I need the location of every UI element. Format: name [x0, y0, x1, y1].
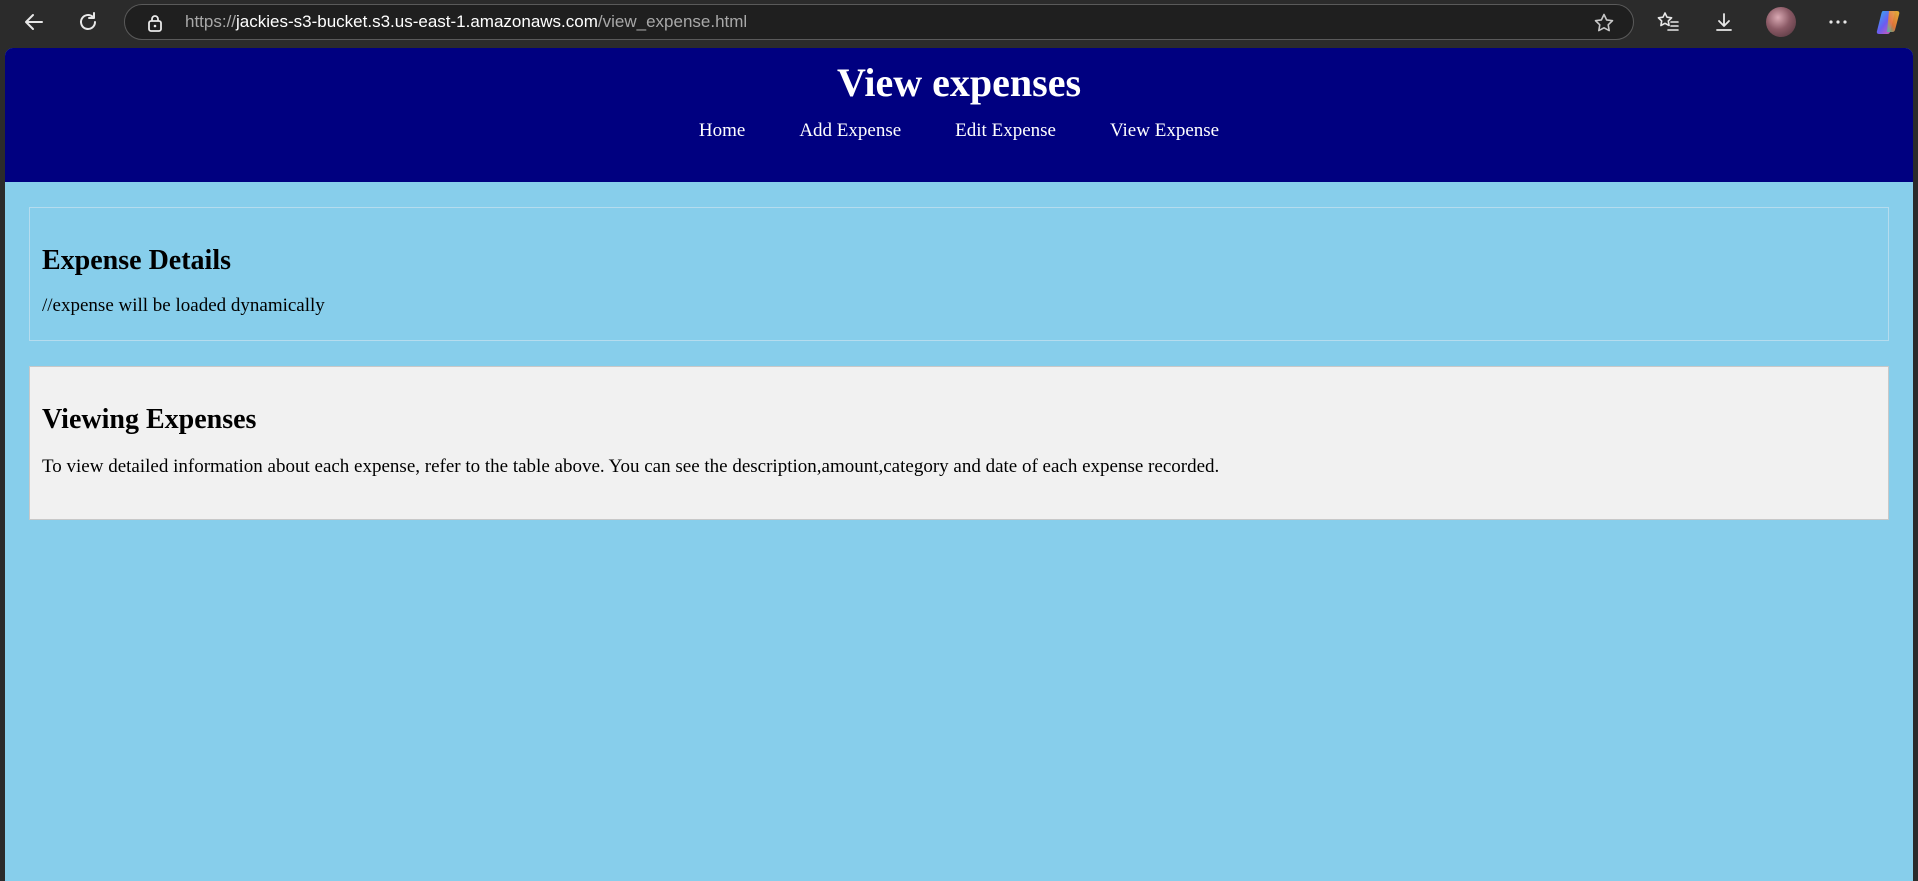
url-host: jackies-s3-bucket.s3.us-east-1.amazonaws… [236, 12, 598, 31]
page-title: View expenses [836, 60, 1082, 105]
copilot-icon[interactable] [1875, 8, 1903, 40]
viewing-expenses-heading: Viewing Expenses [42, 404, 257, 435]
nav-home[interactable]: Home [672, 119, 772, 143]
back-arrow-icon[interactable] [18, 6, 50, 38]
viewing-expenses-section: Viewing Expenses To view detailed inform… [29, 366, 1889, 520]
url-text[interactable]: https://jackies-s3-bucket.s3.us-east-1.a… [185, 12, 747, 32]
browser-toolbar: https://jackies-s3-bucket.s3.us-east-1.a… [0, 0, 1918, 44]
profile-avatar[interactable] [1766, 7, 1796, 37]
star-icon[interactable] [1593, 12, 1615, 38]
main-nav: Home Add Expense Edit Expense View Expen… [5, 119, 1913, 143]
favorites-icon[interactable] [1652, 6, 1684, 38]
site-header: View expenses Home Add Expense Edit Expe… [5, 48, 1913, 182]
nav-add-expense[interactable]: Add Expense [772, 119, 928, 143]
viewing-expenses-text: To view detailed information about each … [42, 456, 1220, 477]
more-icon[interactable] [1822, 6, 1854, 38]
expense-details-heading: Expense Details [42, 245, 231, 276]
expense-details-text: //expense will be loaded dynamically [42, 295, 325, 316]
nav-view-expense[interactable]: View Expense [1083, 119, 1246, 143]
expense-details-section: Expense Details //expense will be loaded… [29, 207, 1889, 341]
page-viewport: View expenses Home Add Expense Edit Expe… [5, 48, 1913, 881]
download-icon[interactable] [1708, 6, 1740, 38]
url-path: /view_expense.html [597, 12, 748, 31]
nav-edit-expense[interactable]: Edit Expense [928, 119, 1083, 143]
refresh-icon[interactable] [72, 6, 104, 38]
lock-icon[interactable] [147, 14, 163, 36]
url-prefix: https:// [185, 12, 237, 31]
address-bar[interactable]: https://jackies-s3-bucket.s3.us-east-1.a… [124, 4, 1634, 40]
